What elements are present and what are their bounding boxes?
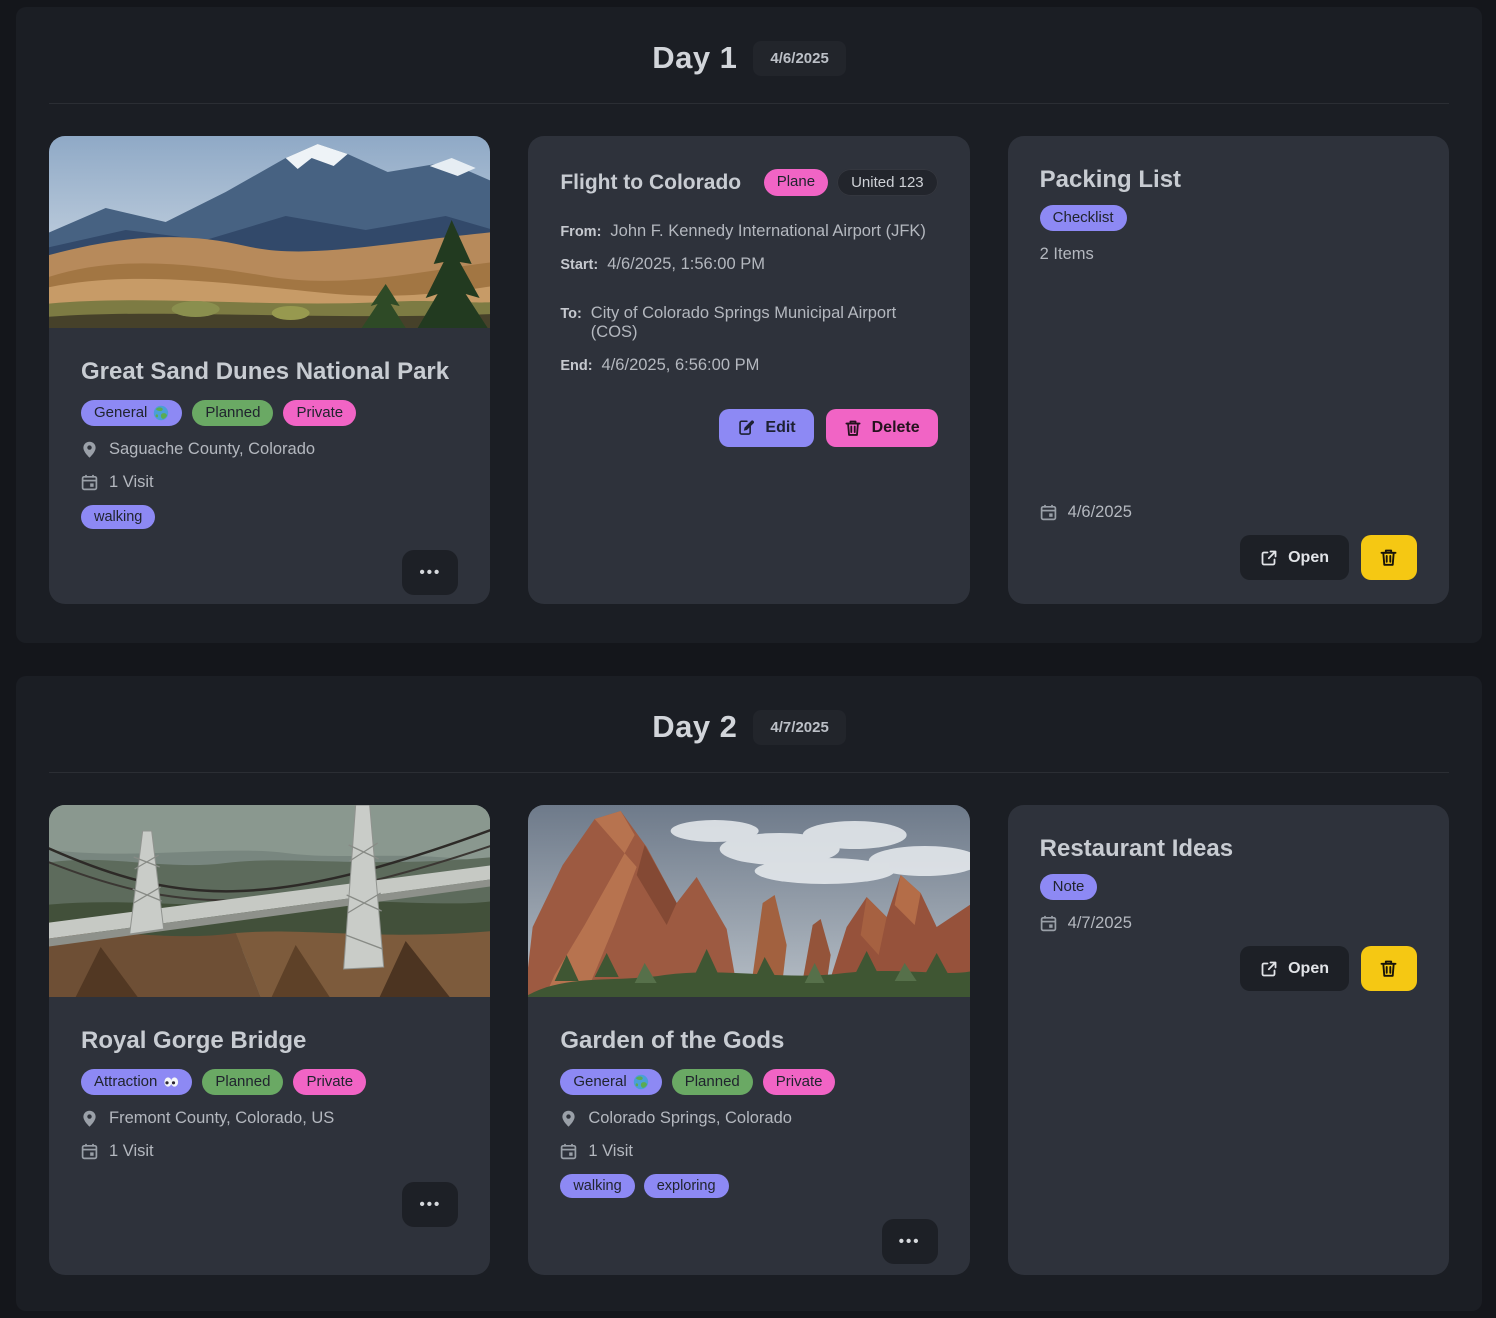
category-badge-label: Attraction <box>94 1073 157 1092</box>
place-card-royal-gorge-bridge: Royal Gorge Bridge Attraction Planned Pr… <box>49 805 490 1275</box>
place-location: Saguache County, Colorado <box>109 440 315 459</box>
map-pin-icon <box>81 1110 98 1127</box>
visit-count: 1 Visit <box>588 1142 633 1161</box>
from-value: John F. Kennedy International Airport (J… <box>610 222 926 241</box>
external-link-icon <box>1260 960 1278 978</box>
open-note-button[interactable]: Open <box>1240 946 1349 991</box>
to-value: City of Colorado Springs Municipal Airpo… <box>591 304 938 342</box>
status-badge: Planned <box>192 400 273 427</box>
place-photo-dunes <box>49 136 490 328</box>
day-title: Day 1 <box>652 40 737 76</box>
place-photo-bridge <box>49 805 490 997</box>
day-1-header: Day 1 4/6/2025 <box>49 7 1449 76</box>
ellipsis-menu-button[interactable]: ••• <box>882 1219 938 1264</box>
checklist-card-packing-list: Packing List Checklist 2 Items 4/6/2025 … <box>1008 136 1449 604</box>
start-value: 4/6/2025, 1:56:00 PM <box>607 255 765 274</box>
transport-type-badge: Plane <box>764 169 828 196</box>
map-pin-icon <box>81 441 98 458</box>
from-label: From: <box>560 224 601 240</box>
ellipsis-menu-button[interactable]: ••• <box>402 1182 458 1227</box>
trash-icon <box>1379 548 1398 567</box>
visit-count: 1 Visit <box>109 473 154 492</box>
calendar-icon <box>81 474 98 491</box>
delete-button[interactable]: Delete <box>826 409 938 447</box>
visibility-badge: Private <box>763 1069 836 1096</box>
activity-tag: walking <box>81 505 155 529</box>
activity-tag: walking <box>560 1174 634 1198</box>
place-location: Fremont County, Colorado, US <box>109 1109 334 1128</box>
place-title: Royal Gorge Bridge <box>81 1027 306 1055</box>
category-badge: Attraction <box>81 1069 192 1096</box>
status-badge: Planned <box>672 1069 753 1096</box>
activity-tag: exploring <box>644 1174 729 1198</box>
note-date: 4/7/2025 <box>1068 914 1132 933</box>
to-label: To: <box>560 306 581 322</box>
open-checklist-button[interactable]: Open <box>1240 535 1349 580</box>
external-link-icon <box>1260 549 1278 567</box>
end-label: End: <box>560 358 592 374</box>
place-location: Colorado Springs, Colorado <box>588 1109 792 1128</box>
map-pin-icon <box>560 1110 577 1127</box>
calendar-icon <box>1040 915 1057 932</box>
visit-count: 1 Visit <box>109 1142 154 1161</box>
place-title: Great Sand Dunes National Park <box>81 358 449 386</box>
day-2-section: Day 2 4/7/2025 <box>16 676 1482 1311</box>
trash-icon <box>844 419 862 437</box>
delete-checklist-button[interactable] <box>1361 535 1417 580</box>
day-title: Day 2 <box>652 709 737 745</box>
type-badge-note: Note <box>1040 874 1098 901</box>
visibility-badge: Private <box>293 1069 366 1096</box>
category-badge: General <box>81 400 182 427</box>
place-title: Garden of the Gods <box>560 1027 784 1055</box>
place-card-garden-of-the-gods: Garden of the Gods General Planned Priva… <box>528 805 969 1275</box>
header-divider <box>49 772 1449 773</box>
ellipsis-menu-button[interactable]: ••• <box>402 550 458 595</box>
end-value: 4/6/2025, 6:56:00 PM <box>602 356 760 375</box>
visibility-badge: Private <box>283 400 356 427</box>
trash-icon <box>1379 959 1398 978</box>
edit-button-label: Edit <box>765 419 795 437</box>
header-divider <box>49 103 1449 104</box>
calendar-icon <box>81 1143 98 1160</box>
edit-icon <box>737 419 755 437</box>
flight-card: Flight to Colorado Plane United 123 From… <box>528 136 969 604</box>
items-count: 2 Items <box>1040 245 1094 264</box>
open-button-label: Open <box>1288 960 1329 978</box>
calendar-icon <box>560 1143 577 1160</box>
delete-button-label: Delete <box>872 419 920 437</box>
category-badge: General <box>560 1069 661 1096</box>
category-badge-label: General <box>573 1073 626 1092</box>
day-2-cards-row: Royal Gorge Bridge Attraction Planned Pr… <box>49 805 1449 1275</box>
day-2-header: Day 2 4/7/2025 <box>49 676 1449 745</box>
globe-icon <box>153 405 169 421</box>
flight-title: Flight to Colorado <box>560 171 741 195</box>
checklist-title: Packing List <box>1040 166 1181 194</box>
edit-button[interactable]: Edit <box>719 409 813 447</box>
eyes-icon <box>163 1074 179 1090</box>
day-date-badge: 4/7/2025 <box>753 710 845 745</box>
checklist-date: 4/6/2025 <box>1068 503 1132 522</box>
type-badge-checklist: Checklist <box>1040 205 1127 232</box>
start-label: Start: <box>560 257 598 273</box>
note-card-restaurant-ideas: Restaurant Ideas Note 4/7/2025 Open <box>1008 805 1449 1275</box>
place-photo-garden <box>528 805 969 997</box>
open-button-label: Open <box>1288 549 1329 567</box>
calendar-icon <box>1040 504 1057 521</box>
flight-number-badge: United 123 <box>837 169 938 196</box>
day-date-badge: 4/6/2025 <box>753 41 845 76</box>
place-card-great-sand-dunes: Great Sand Dunes National Park General P… <box>49 136 490 604</box>
day-1-section: Day 1 4/6/2025 <box>16 7 1482 643</box>
globe-icon <box>633 1074 649 1090</box>
delete-note-button[interactable] <box>1361 946 1417 991</box>
category-badge-label: General <box>94 404 147 423</box>
day-1-cards-row: Great Sand Dunes National Park General P… <box>49 136 1449 604</box>
status-badge: Planned <box>202 1069 283 1096</box>
note-title: Restaurant Ideas <box>1040 835 1233 863</box>
